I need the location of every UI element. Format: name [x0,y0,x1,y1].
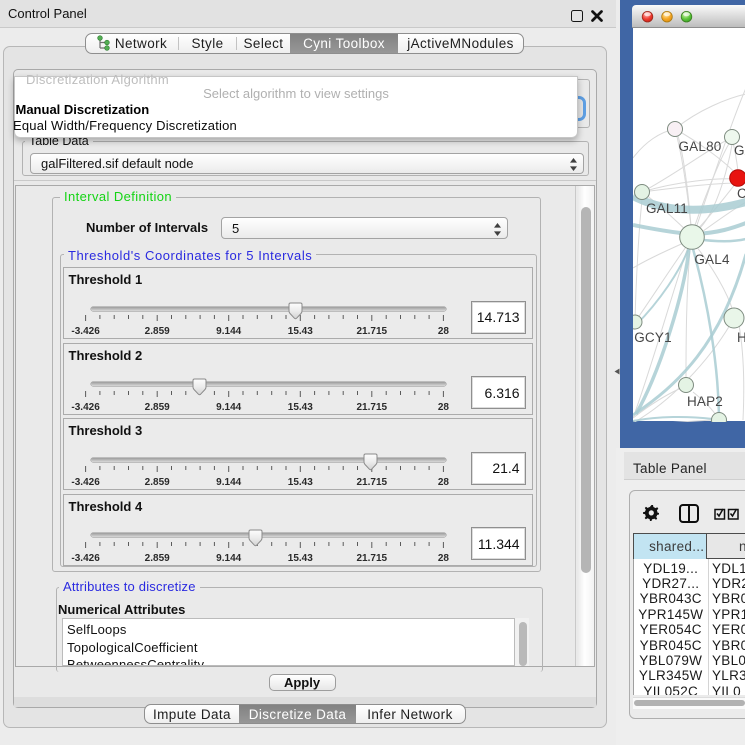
svg-text:GAL11: GAL11 [645,201,687,216]
svg-text:C: C [737,186,745,201]
svg-text:HAP2: HAP2 [686,394,722,409]
svg-text:GAL4: GAL4 [694,252,730,267]
svg-text:H: H [737,330,745,345]
svg-text:GCY1: GCY1 [634,330,672,345]
svg-text:GAL80: GAL80 [678,139,721,154]
svg-text:GA: GA [734,143,745,158]
